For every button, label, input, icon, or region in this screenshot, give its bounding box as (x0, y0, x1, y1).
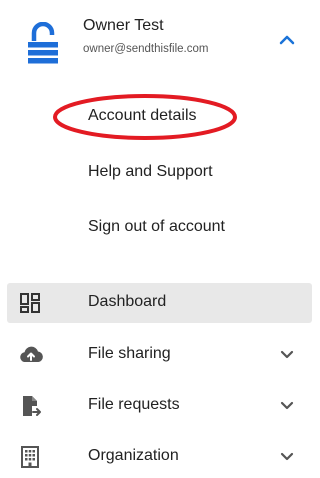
nav-label-organization: Organization (88, 447, 179, 464)
cloud-upload-icon (20, 346, 43, 362)
chevron-up-icon[interactable] (278, 34, 296, 46)
chevron-down-icon[interactable] (279, 451, 295, 462)
nav-item-organization[interactable]: Organization (7, 437, 312, 477)
sign-out-link[interactable]: Sign out of account (88, 218, 225, 236)
nav-label-file-requests: File requests (88, 396, 180, 413)
chevron-down-icon[interactable] (279, 400, 295, 411)
chevron-down-icon[interactable] (279, 349, 295, 360)
account-email: owner@sendthisfile.com (83, 43, 209, 55)
dashboard-icon (20, 293, 40, 313)
padlock-logo-icon (28, 22, 58, 64)
account-header[interactable]: Owner Test owner@sendthisfile.com (0, 0, 319, 80)
account-name: Owner Test (83, 17, 164, 34)
nav-item-file-sharing[interactable]: File sharing (7, 335, 312, 375)
nav-item-dashboard[interactable]: Dashboard (7, 283, 312, 323)
help-and-support-link[interactable]: Help and Support (88, 163, 213, 181)
file-request-icon (23, 396, 41, 416)
nav-label-dashboard: Dashboard (88, 293, 167, 310)
nav-item-file-requests[interactable]: File requests (7, 386, 312, 426)
building-icon (21, 446, 39, 468)
account-details-link[interactable]: Account details (88, 107, 197, 125)
nav-label-file-sharing: File sharing (88, 345, 171, 362)
